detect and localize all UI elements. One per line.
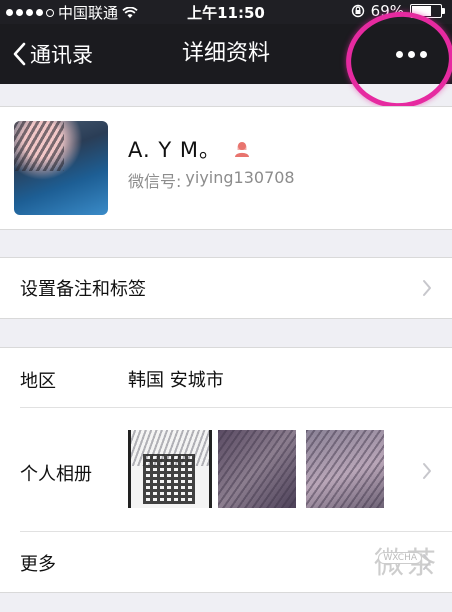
divider	[20, 531, 452, 532]
status-bar: 中国联通 上午11:50 69%	[0, 0, 452, 24]
back-label: 通讯录	[30, 43, 93, 67]
female-user-icon	[234, 142, 249, 157]
rotation-lock-icon	[351, 4, 364, 18]
profile-name: A. Y M。	[128, 138, 221, 162]
chevron-left-icon	[13, 42, 26, 66]
battery-fill	[412, 6, 432, 16]
watermark-badge: WXCHA	[378, 552, 422, 564]
set-remark-tags-row[interactable]: 设置备注和标签	[0, 257, 452, 319]
nav-bar: 通讯录 详细资料	[0, 24, 452, 84]
qr-code-icon	[143, 454, 195, 504]
battery-icon	[410, 4, 445, 18]
more-dot	[419, 50, 427, 58]
album-thumbnail[interactable]	[306, 430, 384, 508]
scribble-overlay	[306, 430, 384, 508]
avatar[interactable]	[14, 121, 108, 215]
battery-percent: 69%	[370, 2, 404, 20]
region-label: 地区	[20, 371, 56, 392]
more-dots-icon	[395, 50, 403, 58]
wechat-id-row: 微信号: yiying130708	[128, 168, 295, 192]
region-value: 韩国 安城市	[128, 370, 224, 391]
more-options-button[interactable]	[382, 38, 440, 70]
remark-label: 设置备注和标签	[20, 279, 146, 300]
wechat-id-label: 微信号:	[128, 172, 182, 191]
profile-name-row: A. Y M。	[128, 134, 251, 164]
more-label: 更多	[20, 554, 56, 575]
album-thumbnail[interactable]	[218, 430, 296, 508]
album-thumbnail-qr[interactable]	[128, 430, 212, 508]
back-button[interactable]: 通讯录	[12, 24, 93, 84]
scribble-overlay	[218, 430, 296, 508]
more-dot	[407, 50, 415, 58]
wechat-id: yiying130708	[185, 168, 295, 187]
status-right: 69%	[351, 2, 445, 20]
chevron-right-icon	[423, 280, 431, 296]
